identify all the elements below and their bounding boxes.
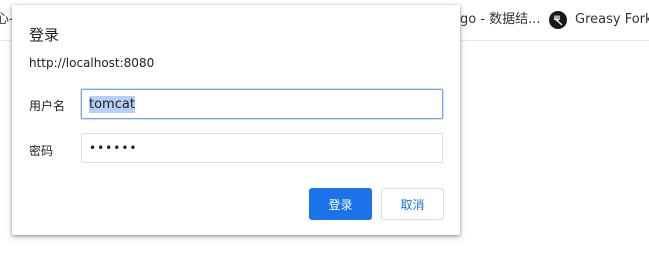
bookmark-label: go - 数据结... <box>460 12 541 27</box>
login-button[interactable]: 登录 <box>309 188 372 220</box>
login-dialog: 登录 http://localhost:8080 用户名 tomcat 密码 •… <box>12 5 460 235</box>
password-label: 密码 <box>29 144 54 158</box>
bookmark-label: Greasy Fork - <box>575 12 649 27</box>
dialog-origin-url: http://localhost:8080 <box>29 56 155 70</box>
username-value: tomcat <box>89 95 135 113</box>
bookmark-item-greasy-fork[interactable]: Greasy Fork - <box>549 0 649 40</box>
browser-viewport: 心- go - 数据结... Greasy Fork - 登录 http://l… <box>0 0 649 265</box>
greasy-fork-icon <box>549 11 567 29</box>
bookmark-item-data-structures[interactable]: go - 数据结... <box>460 0 541 40</box>
password-value: •••••• <box>89 141 138 155</box>
username-input[interactable]: tomcat <box>81 89 443 119</box>
password-input[interactable]: •••••• <box>81 133 443 163</box>
cancel-button[interactable]: 取消 <box>381 188 444 220</box>
dialog-title: 登录 <box>29 26 60 44</box>
username-label: 用户名 <box>29 99 66 113</box>
